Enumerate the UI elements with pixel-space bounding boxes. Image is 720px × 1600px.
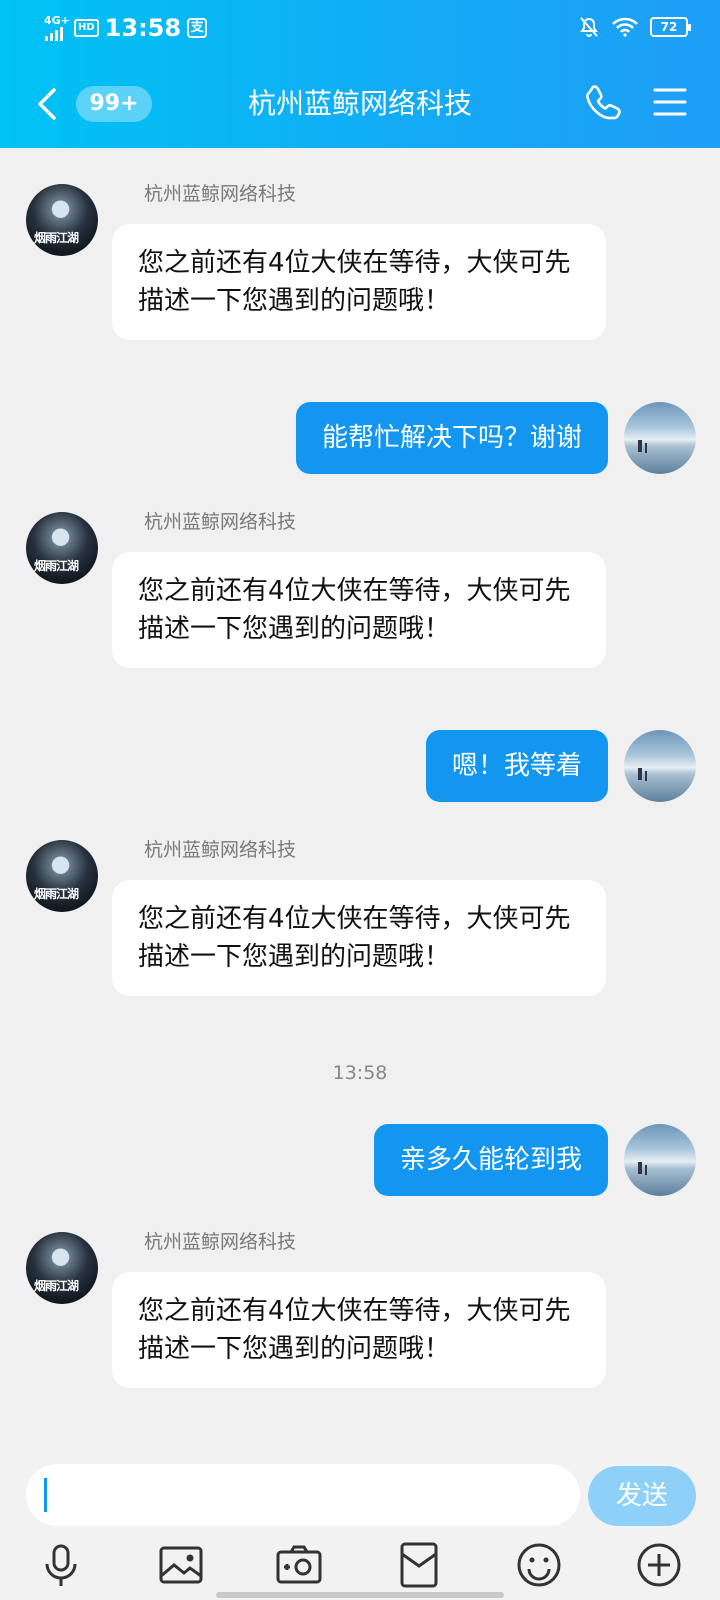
sender-name: 杭州蓝鲸网络科技 (144, 839, 297, 861)
user-message-bubble[interactable]: 亲多久能轮到我 (373, 1124, 608, 1196)
agent-message-bubble[interactable]: 您之前还有4位大侠在等待，大侠可先描述一下您遇到的问题哦！ (112, 552, 606, 668)
alipay-icon: 支 (187, 18, 208, 38)
agent-avatar[interactable]: 烟雨江湖 (26, 184, 98, 256)
microphone-icon[interactable] (36, 1540, 86, 1590)
emoji-icon[interactable] (514, 1540, 564, 1590)
user-avatar[interactable] (624, 730, 696, 802)
message-input[interactable] (26, 1464, 580, 1526)
message-timestamp: 13:58 (332, 1062, 388, 1084)
input-toolbar (0, 1540, 720, 1592)
user-avatar[interactable] (624, 402, 696, 474)
nav-bar: 99+ 杭州蓝鲸网络科技 (0, 68, 720, 138)
cellular-signal-icon: 4G+ (44, 14, 70, 41)
header: 4G+ HD 13:58 支 72 99+ 杭州蓝鲸网络科技 (0, 0, 720, 148)
text-caret (44, 1478, 47, 1512)
agent-message-bubble[interactable]: 您之前还有4位大侠在等待，大侠可先描述一下您遇到的问题哦！ (112, 1272, 606, 1388)
camera-icon[interactable] (274, 1540, 324, 1590)
user-message-bubble[interactable]: 嗯！我等着 (425, 730, 608, 802)
menu-icon[interactable] (652, 84, 688, 120)
status-time: 13:58 (104, 14, 182, 42)
agent-avatar[interactable]: 烟雨江湖 (26, 512, 98, 584)
hd-badge: HD (74, 19, 99, 37)
back-icon[interactable] (30, 84, 66, 124)
user-avatar[interactable] (624, 1124, 696, 1196)
sender-name: 杭州蓝鲸网络科技 (144, 511, 297, 533)
phone-icon[interactable] (584, 82, 624, 122)
network-type: 4G+ (44, 14, 70, 27)
user-message-bubble[interactable]: 能帮忙解决下吗？谢谢 (295, 402, 608, 474)
agent-avatar[interactable]: 烟雨江湖 (26, 840, 98, 912)
sender-name: 杭州蓝鲸网络科技 (144, 1231, 297, 1253)
sender-name: 杭州蓝鲸网络科技 (144, 183, 297, 205)
image-icon[interactable] (156, 1540, 206, 1590)
send-button[interactable]: 发送 (588, 1466, 696, 1526)
agent-avatar[interactable]: 烟雨江湖 (26, 1232, 98, 1304)
red-packet-icon[interactable] (394, 1540, 444, 1590)
home-indicator[interactable] (216, 1592, 504, 1598)
agent-message-bubble[interactable]: 您之前还有4位大侠在等待，大侠可先描述一下您遇到的问题哦！ (112, 880, 606, 996)
message-list[interactable]: 烟雨江湖 杭州蓝鲸网络科技 您之前还有4位大侠在等待，大侠可先描述一下您遇到的问… (0, 148, 720, 1448)
agent-message-bubble[interactable]: 您之前还有4位大侠在等待，大侠可先描述一下您遇到的问题哦！ (112, 224, 606, 340)
wifi-icon (612, 17, 638, 37)
battery-indicator: 72 (650, 17, 691, 37)
status-bar: 4G+ HD 13:58 支 72 (0, 0, 720, 56)
input-area: 发送 (0, 1448, 720, 1600)
bell-muted-icon (580, 17, 598, 37)
unread-badge[interactable]: 99+ (76, 86, 152, 122)
plus-icon[interactable] (634, 1540, 684, 1590)
